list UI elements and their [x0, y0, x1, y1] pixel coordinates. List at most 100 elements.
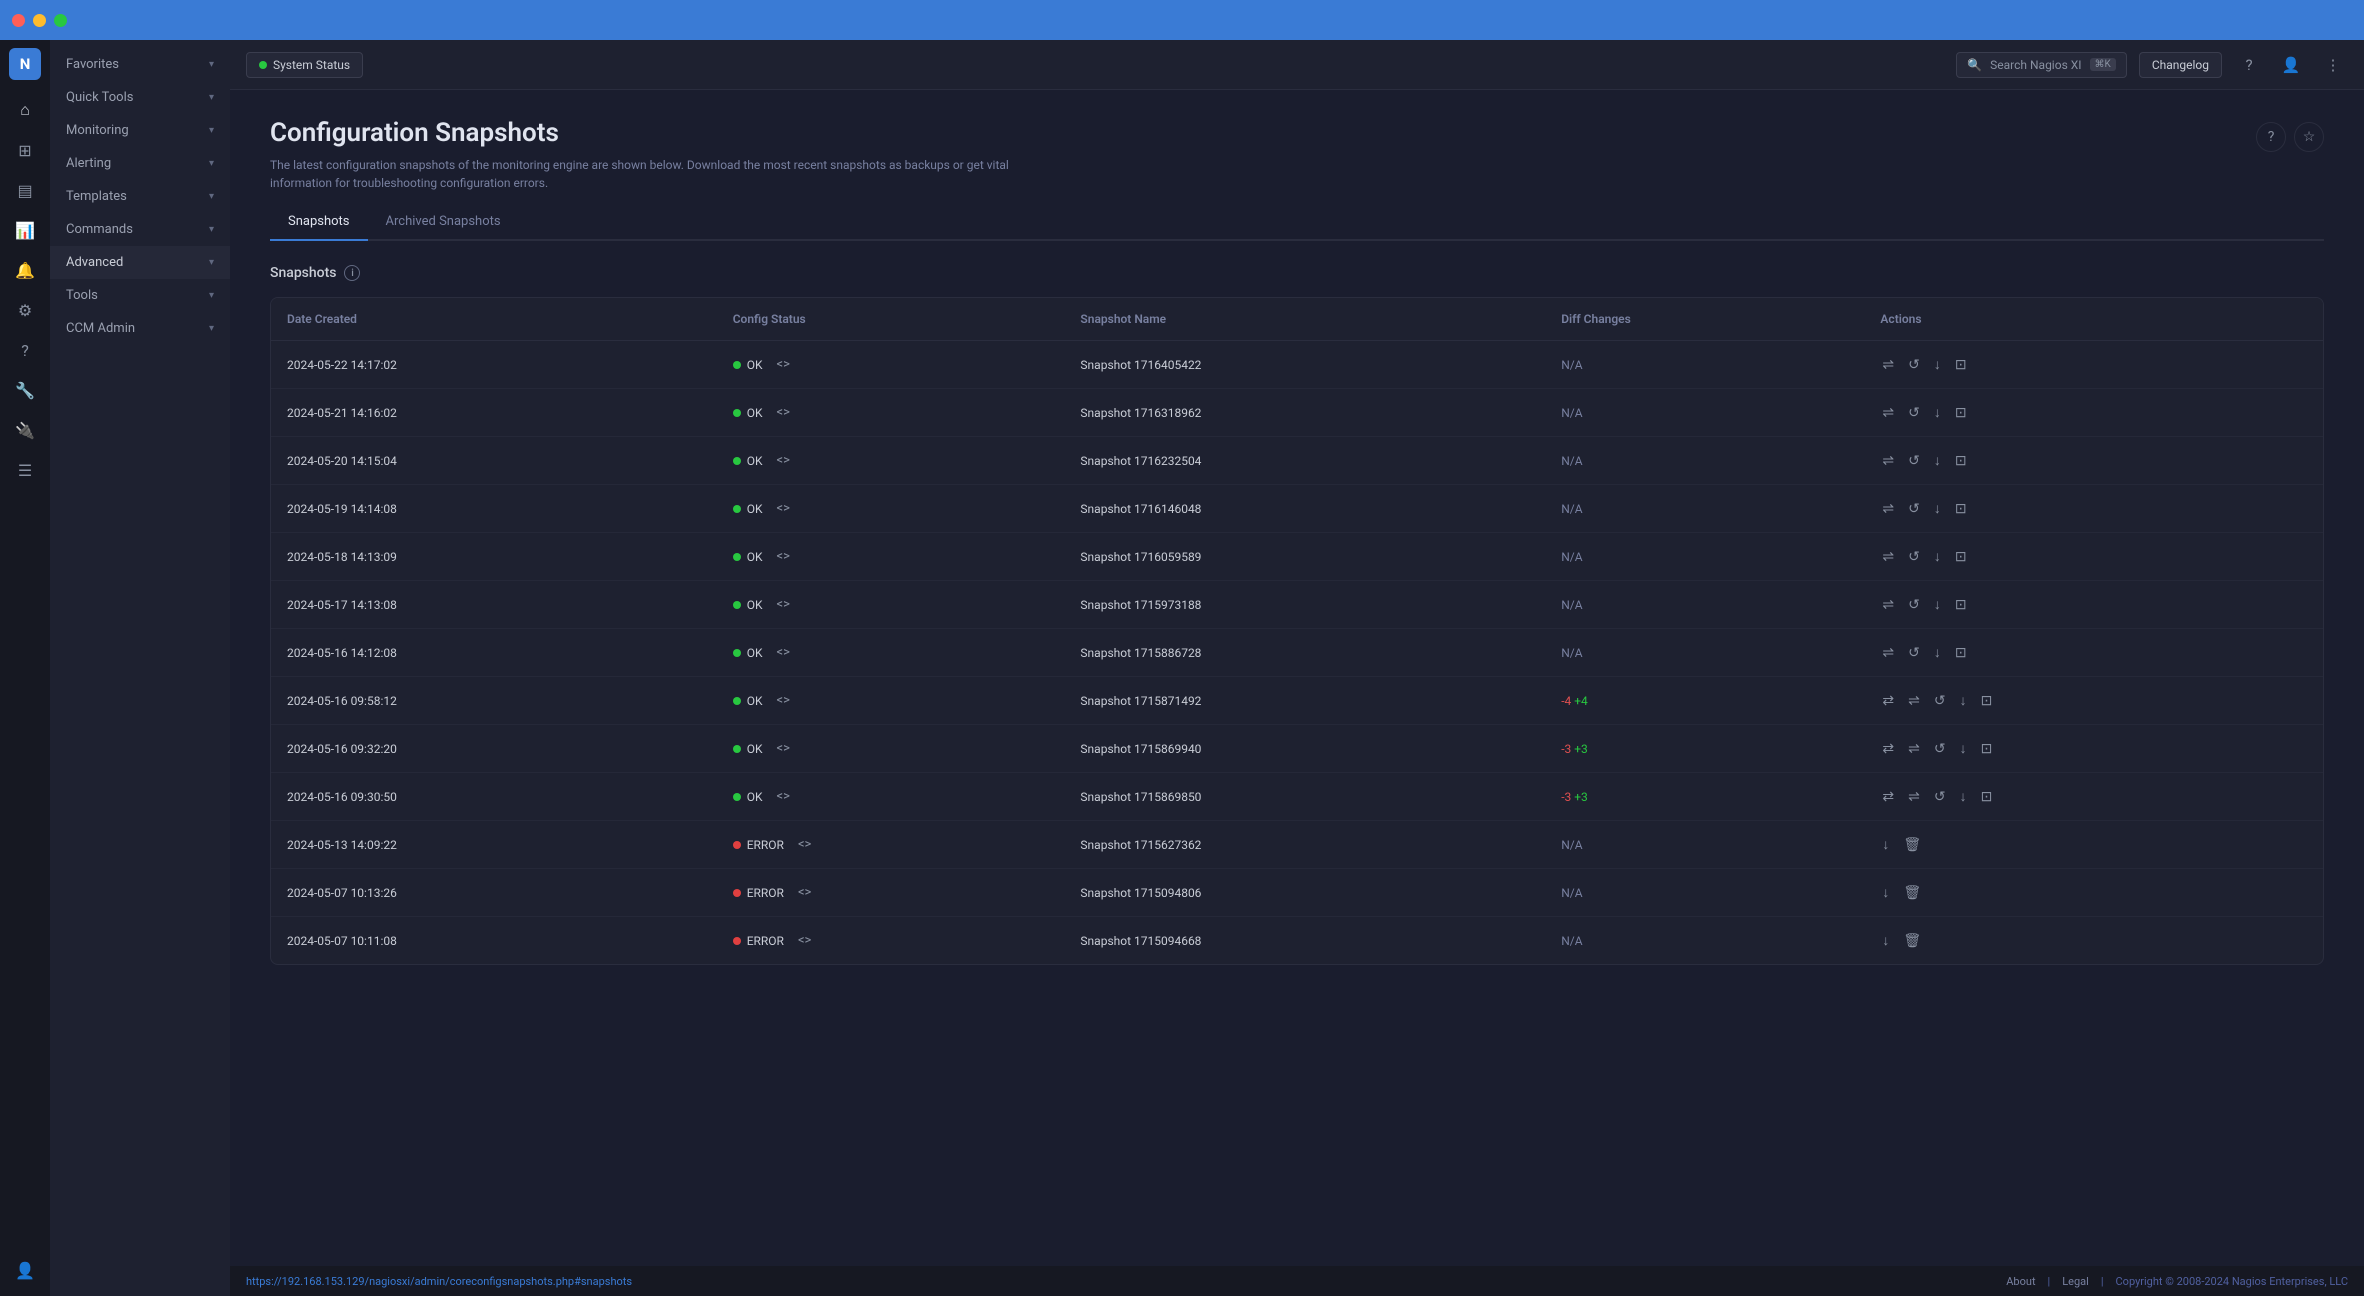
chart-icon[interactable]: 📊	[7, 212, 43, 248]
more-options-icon[interactable]: ⋮	[2318, 50, 2348, 80]
compare-icon-0[interactable]: ⇌	[1880, 355, 1896, 375]
restore-icon-6[interactable]: ↺	[1906, 643, 1922, 663]
sidebar-item-advanced[interactable]: Advanced ▾	[50, 246, 230, 279]
download-icon-7[interactable]: ↓	[1958, 690, 1969, 711]
restore-icon-7[interactable]: ↺	[1932, 691, 1948, 711]
compare-icon-7[interactable]: ⇌	[1906, 691, 1922, 711]
compare-icon-4[interactable]: ⇌	[1880, 547, 1896, 567]
delete-icon-11[interactable]: 🗑	[1901, 883, 1923, 903]
archive-icon-9[interactable]: ⊡	[1979, 787, 1995, 807]
bell-icon[interactable]: 🔔	[7, 252, 43, 288]
code-icon-6[interactable]: <>	[776, 645, 789, 660]
code-icon-7[interactable]: <>	[776, 693, 789, 708]
maximize-traffic-light[interactable]	[54, 14, 67, 27]
restore-icon-4[interactable]: ↺	[1906, 547, 1922, 567]
diff-icon-8[interactable]: ⇄	[1880, 739, 1896, 759]
cell-diff-7: -4 +4	[1545, 677, 1864, 725]
code-icon-12[interactable]: <>	[798, 933, 811, 948]
archive-icon-0[interactable]: ⊡	[1953, 355, 1969, 375]
restore-icon-3[interactable]: ↺	[1906, 499, 1922, 519]
compare-icon-3[interactable]: ⇌	[1880, 499, 1896, 519]
download-icon-11[interactable]: ↓	[1880, 882, 1891, 903]
code-icon-10[interactable]: <>	[798, 837, 811, 852]
footer-legal-link[interactable]: Legal	[2062, 1275, 2089, 1288]
archive-icon-4[interactable]: ⊡	[1953, 547, 1969, 567]
question-icon[interactable]: ?	[7, 332, 43, 368]
code-icon-0[interactable]: <>	[776, 357, 789, 372]
sidebar-item-tools[interactable]: Tools ▾	[50, 279, 230, 312]
sidebar-item-quick-tools[interactable]: Quick Tools ▾	[50, 81, 230, 114]
sidebar-item-alerting[interactable]: Alerting ▾	[50, 147, 230, 180]
archive-icon-1[interactable]: ⊡	[1953, 403, 1969, 423]
download-icon-6[interactable]: ↓	[1932, 642, 1943, 663]
tab-snapshots[interactable]: Snapshots	[270, 204, 368, 241]
compare-icon-2[interactable]: ⇌	[1880, 451, 1896, 471]
archive-icon-6[interactable]: ⊡	[1953, 643, 1969, 663]
diff-icon-9[interactable]: ⇄	[1880, 787, 1896, 807]
restore-icon-9[interactable]: ↺	[1932, 787, 1948, 807]
compare-icon-1[interactable]: ⇌	[1880, 403, 1896, 423]
code-icon-9[interactable]: <>	[776, 789, 789, 804]
list-icon[interactable]: ☰	[7, 452, 43, 488]
code-icon-11[interactable]: <>	[798, 885, 811, 900]
code-icon-5[interactable]: <>	[776, 597, 789, 612]
section-info-icon[interactable]: i	[344, 265, 360, 281]
download-icon-8[interactable]: ↓	[1958, 738, 1969, 759]
download-icon-4[interactable]: ↓	[1932, 546, 1943, 567]
archive-icon-3[interactable]: ⊡	[1953, 499, 1969, 519]
sidebar-item-ccm-admin[interactable]: CCM Admin ▾	[50, 312, 230, 345]
compare-icon-6[interactable]: ⇌	[1880, 643, 1896, 663]
search-box[interactable]: 🔍 Search Nagios XI ⌘K	[1956, 52, 2127, 78]
compare-icon-5[interactable]: ⇌	[1880, 595, 1896, 615]
code-icon-2[interactable]: <>	[776, 453, 789, 468]
restore-icon-0[interactable]: ↺	[1906, 355, 1922, 375]
delete-icon-10[interactable]: 🗑	[1901, 835, 1923, 855]
sidebar-item-monitoring[interactable]: Monitoring ▾	[50, 114, 230, 147]
code-icon-1[interactable]: <>	[776, 405, 789, 420]
user-account-icon[interactable]: 👤	[2276, 50, 2306, 80]
code-icon-4[interactable]: <>	[776, 549, 789, 564]
grid-icon[interactable]: ⊞	[7, 132, 43, 168]
restore-icon-8[interactable]: ↺	[1932, 739, 1948, 759]
wrench-icon[interactable]: 🔧	[7, 372, 43, 408]
tab-archived-snapshots[interactable]: Archived Snapshots	[368, 204, 519, 241]
archive-icon-7[interactable]: ⊡	[1979, 691, 1995, 711]
archive-icon-8[interactable]: ⊡	[1979, 739, 1995, 759]
download-icon-1[interactable]: ↓	[1932, 402, 1943, 423]
download-icon-3[interactable]: ↓	[1932, 498, 1943, 519]
restore-icon-2[interactable]: ↺	[1906, 451, 1922, 471]
download-icon-12[interactable]: ↓	[1880, 930, 1891, 951]
gear-icon[interactable]: ⚙	[7, 292, 43, 328]
page-favorite-button[interactable]: ☆	[2294, 122, 2324, 152]
diff-icon-7[interactable]: ⇄	[1880, 691, 1896, 711]
download-icon-5[interactable]: ↓	[1932, 594, 1943, 615]
download-icon-10[interactable]: ↓	[1880, 834, 1891, 855]
footer-about-link[interactable]: About	[2006, 1275, 2035, 1288]
code-icon-8[interactable]: <>	[776, 741, 789, 756]
download-icon-9[interactable]: ↓	[1958, 786, 1969, 807]
compare-icon-8[interactable]: ⇌	[1906, 739, 1922, 759]
delete-icon-12[interactable]: 🗑	[1901, 931, 1923, 951]
sidebar-item-favorites[interactable]: Favorites ▾	[50, 48, 230, 81]
archive-icon-2[interactable]: ⊡	[1953, 451, 1969, 471]
help-icon[interactable]: ?	[2234, 50, 2264, 80]
changelog-button[interactable]: Changelog	[2139, 52, 2222, 78]
system-status-badge[interactable]: System Status	[246, 52, 363, 78]
plugin-icon[interactable]: 🔌	[7, 412, 43, 448]
archive-icon-5[interactable]: ⊡	[1953, 595, 1969, 615]
page-help-button[interactable]: ?	[2256, 122, 2286, 152]
close-traffic-light[interactable]	[12, 14, 25, 27]
code-icon-3[interactable]: <>	[776, 501, 789, 516]
layout-icon[interactable]: ▤	[7, 172, 43, 208]
restore-icon-1[interactable]: ↺	[1906, 403, 1922, 423]
compare-icon-9[interactable]: ⇌	[1906, 787, 1922, 807]
sidebar-item-commands[interactable]: Commands ▾	[50, 213, 230, 246]
app-logo[interactable]: N	[9, 48, 41, 80]
restore-icon-5[interactable]: ↺	[1906, 595, 1922, 615]
home-icon[interactable]: ⌂	[7, 92, 43, 128]
minimize-traffic-light[interactable]	[33, 14, 46, 27]
download-icon-2[interactable]: ↓	[1932, 450, 1943, 471]
user-icon[interactable]: 👤	[7, 1252, 43, 1288]
download-icon-0[interactable]: ↓	[1932, 354, 1943, 375]
sidebar-item-templates[interactable]: Templates ▾	[50, 180, 230, 213]
